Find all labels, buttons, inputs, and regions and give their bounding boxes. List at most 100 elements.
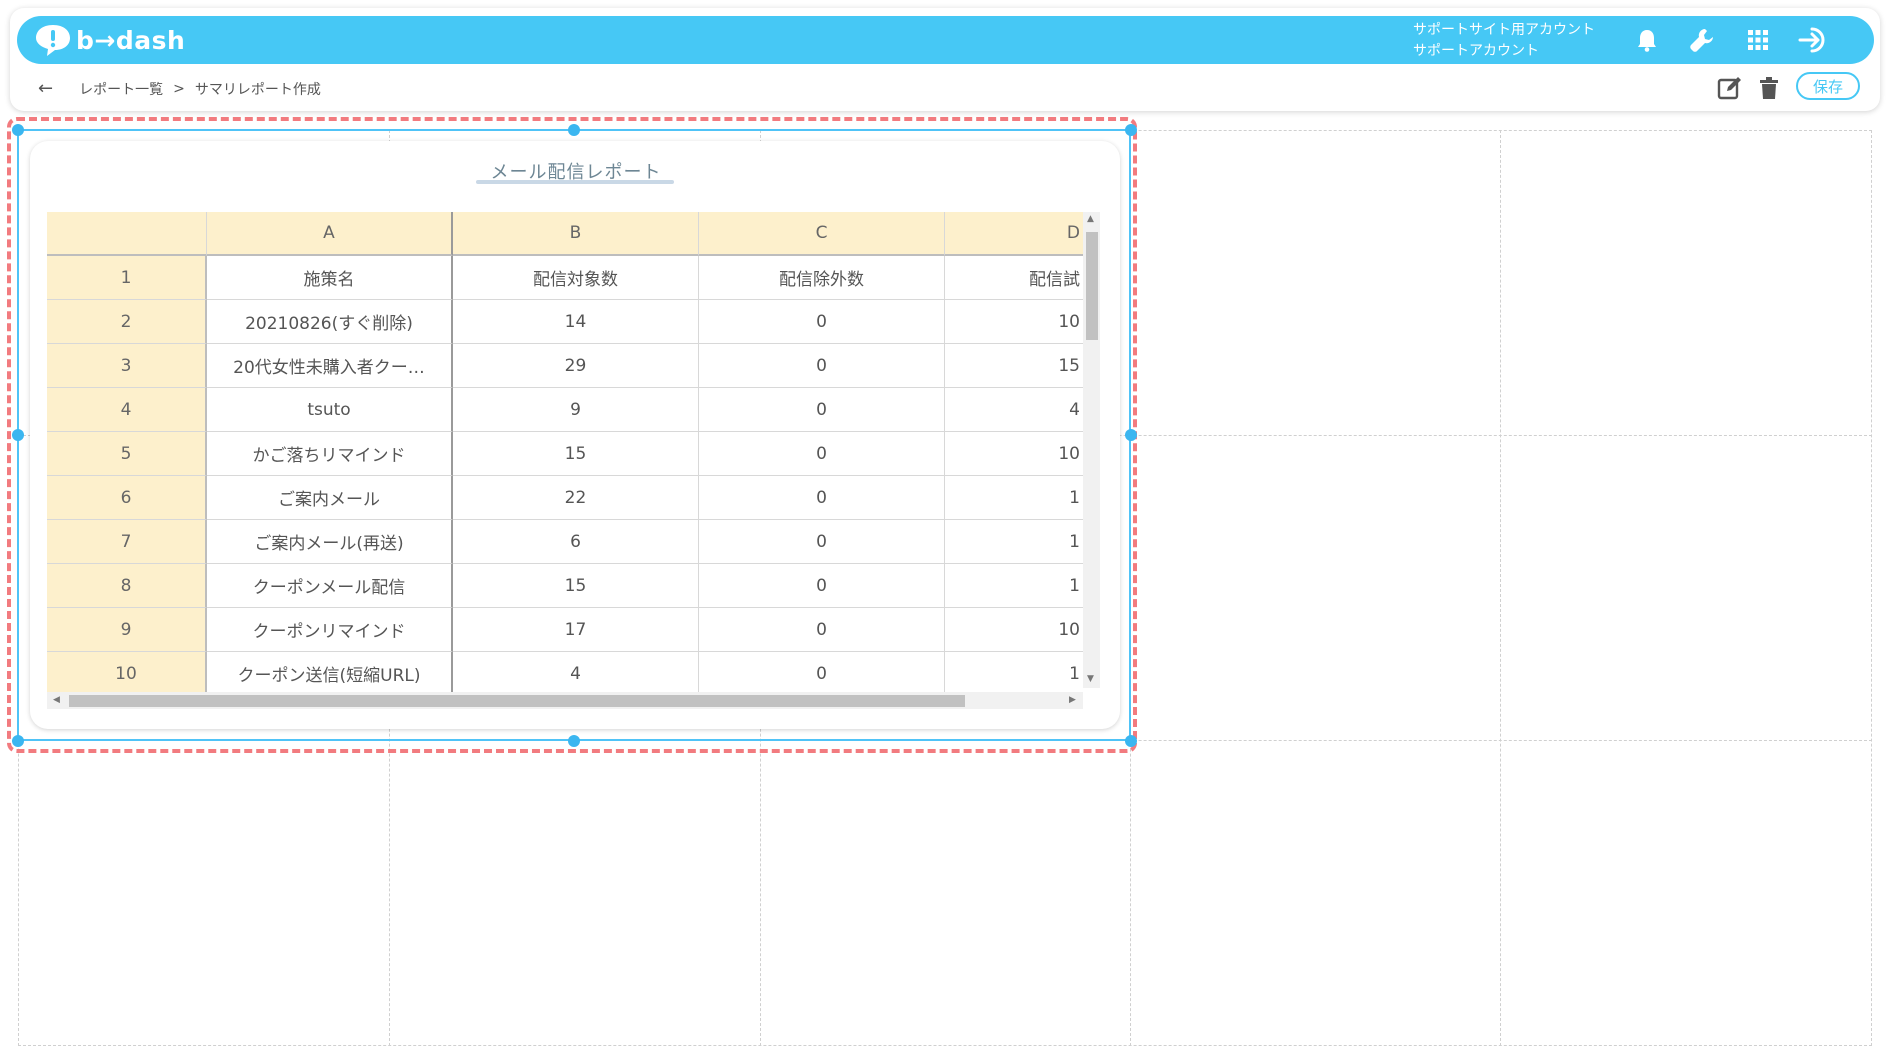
table-cell[interactable]: 14 [453,300,699,344]
resize-handle-top[interactable] [568,124,580,136]
table-cell[interactable]: ご案内メール(再送) [207,520,453,564]
table-cell[interactable]: 配信試 [945,256,1083,300]
table-cell[interactable]: 9 [453,388,699,432]
table-cell[interactable]: 10 [945,300,1083,344]
account-info[interactable]: サポートサイト用アカウント サポートアカウント [1413,20,1595,62]
account-name: サポートサイト用アカウント [1413,22,1595,38]
table-row: 10 クーポン送信(短縮URL) 4 0 1 [47,652,1083,692]
horizontal-scrollbar[interactable]: ◀ ▶ [47,692,1083,709]
horizontal-scroll-thumb[interactable] [69,695,965,707]
table-cell[interactable]: 15 [945,344,1083,388]
resize-handle-top-left[interactable] [12,124,24,136]
grid-line [1500,130,1501,1046]
table-cell[interactable]: 15 [453,432,699,476]
corner-cell[interactable] [47,212,207,256]
grid-apps-icon[interactable] [1742,24,1774,56]
vertical-scrollbar[interactable]: ▲ ▼ [1083,212,1100,688]
trash-icon[interactable] [1755,74,1783,102]
table-row: 3 20代女性未購入者クー… 29 0 15 [47,344,1083,388]
table-cell[interactable]: 配信対象数 [453,256,699,300]
table-cell[interactable]: 0 [699,432,945,476]
table-cell[interactable]: 配信除外数 [699,256,945,300]
account-role: サポートアカウント [1413,43,1539,59]
table-cell[interactable]: 4 [945,388,1083,432]
bell-icon[interactable] [1631,24,1663,56]
top-navigation-bar [17,16,1874,64]
table-row: 2 20210826(すぐ削除) 14 0 10 [47,300,1083,344]
table-cell[interactable]: 10 [945,432,1083,476]
resize-handle-bottom-right[interactable] [1125,735,1137,747]
save-button[interactable]: 保存 [1796,72,1860,100]
resize-handle-bottom-left[interactable] [12,735,24,747]
breadcrumb-parent-link[interactable]: レポート一覧 [79,79,163,99]
row-header[interactable]: 2 [47,300,207,344]
row-header[interactable]: 8 [47,564,207,608]
table-row: 9 クーポンリマインド 17 0 10 [47,608,1083,652]
row-header[interactable]: 3 [47,344,207,388]
row-header[interactable]: 1 [47,256,207,300]
table-cell[interactable]: 0 [699,520,945,564]
table-cell[interactable]: 0 [699,300,945,344]
edit-icon[interactable] [1716,74,1744,102]
vertical-scroll-thumb[interactable] [1086,232,1098,340]
table-cell[interactable]: 1 [945,564,1083,608]
table-row: 5 かご落ちリマインド 15 0 10 [47,432,1083,476]
table-cell[interactable]: クーポンメール配信 [207,564,453,608]
scroll-down-arrow-icon[interactable]: ▼ [1087,674,1094,684]
resize-handle-bottom[interactable] [568,735,580,747]
scroll-right-arrow-icon[interactable]: ▶ [1069,695,1076,705]
table-cell[interactable]: 6 [453,520,699,564]
row-header[interactable]: 4 [47,388,207,432]
row-header[interactable]: 6 [47,476,207,520]
logout-icon[interactable] [1798,24,1830,56]
table-cell[interactable]: 17 [453,608,699,652]
column-header[interactable]: D [945,212,1083,256]
table-cell[interactable]: 施策名 [207,256,453,300]
table-cell[interactable]: 29 [453,344,699,388]
table-cell[interactable]: 15 [453,564,699,608]
table-cell[interactable]: 1 [945,520,1083,564]
table-cell[interactable]: 0 [699,564,945,608]
scroll-up-arrow-icon[interactable]: ▲ [1087,214,1094,224]
row-header[interactable]: 7 [47,520,207,564]
scroll-left-arrow-icon[interactable]: ◀ [53,695,60,705]
row-header[interactable]: 9 [47,608,207,652]
table-cell[interactable]: 0 [699,608,945,652]
widget-title-underline [476,180,674,184]
table-cell[interactable]: 10 [945,608,1083,652]
breadcrumb-current: サマリレポート作成 [194,81,321,98]
resize-handle-right[interactable] [1125,429,1137,441]
table-cell[interactable]: 4 [453,652,699,692]
column-header[interactable]: B [453,212,699,256]
table-cell[interactable]: 0 [699,388,945,432]
resize-handle-left[interactable] [12,429,24,441]
column-header-row: A B C D [47,212,1083,256]
table-cell[interactable]: tsuto [207,388,453,432]
app-logo[interactable]: b→dash [34,22,185,58]
table-cell[interactable]: かご落ちリマインド [207,432,453,476]
table-cell[interactable]: クーポン送信(短縮URL) [207,652,453,692]
table-cell[interactable]: クーポンリマインド [207,608,453,652]
table-cell[interactable]: 20210826(すぐ削除) [207,300,453,344]
logo-text: b→dash [76,25,186,55]
table-row: 4 tsuto 9 0 4 [47,388,1083,432]
back-arrow-icon[interactable]: ← [38,78,53,99]
spreadsheet-table[interactable]: A B C D 1 施策名 配信対象数 配信除外数 配信試 2 20210826(すぐ削除)… [47,212,1083,692]
wrench-icon[interactable] [1686,24,1718,56]
breadcrumb: ← レポート一覧 > サマリレポート作成 [38,78,321,99]
table-cell[interactable]: 0 [699,652,945,692]
speech-bubble-logo-icon [36,25,70,56]
table-cell[interactable]: 0 [699,344,945,388]
column-header[interactable]: A [207,212,453,256]
table-cell[interactable]: 0 [699,476,945,520]
row-header[interactable]: 10 [47,652,207,692]
table-cell[interactable]: 1 [945,476,1083,520]
column-header[interactable]: C [699,212,945,256]
table-cell[interactable]: 22 [453,476,699,520]
table-cell[interactable]: 20代女性未購入者クー… [207,344,453,388]
row-header[interactable]: 5 [47,432,207,476]
resize-handle-top-right[interactable] [1125,124,1137,136]
table-cell[interactable]: 1 [945,652,1083,692]
table-cell[interactable]: ご案内メール [207,476,453,520]
grid-line [18,1045,1872,1046]
